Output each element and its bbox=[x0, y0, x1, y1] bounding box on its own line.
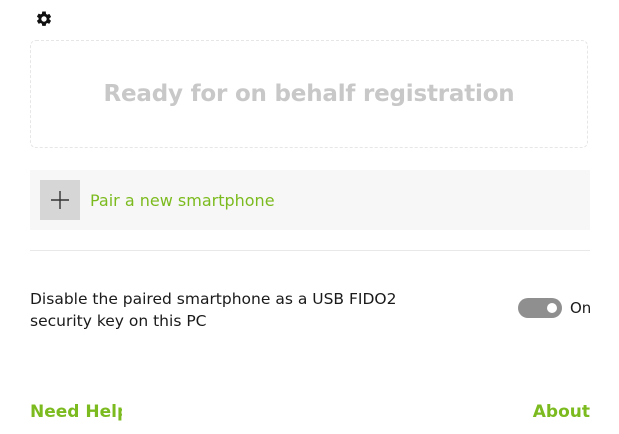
toggle-knob bbox=[547, 303, 557, 313]
gear-icon bbox=[35, 10, 53, 32]
need-help-link[interactable]: Need Help bbox=[30, 402, 122, 422]
plus-icon bbox=[40, 180, 80, 220]
usb-fido2-setting-description: Disable the paired smartphone as a USB F… bbox=[30, 290, 397, 330]
settings-button[interactable] bbox=[34, 11, 54, 31]
app-window: Ready for on behalf registration Pair a … bbox=[0, 0, 619, 434]
usb-fido2-toggle-group: On bbox=[518, 298, 591, 318]
toggle-state-label: On bbox=[570, 299, 592, 317]
usb-fido2-toggle[interactable] bbox=[518, 298, 562, 318]
divider bbox=[30, 250, 590, 251]
status-text: Ready for on behalf registration bbox=[103, 81, 515, 107]
pair-smartphone-button[interactable]: Pair a new smartphone bbox=[30, 170, 590, 230]
pair-smartphone-label: Pair a new smartphone bbox=[90, 190, 275, 210]
about-link[interactable]: About bbox=[533, 402, 590, 422]
status-panel: Ready for on behalf registration bbox=[30, 40, 588, 148]
